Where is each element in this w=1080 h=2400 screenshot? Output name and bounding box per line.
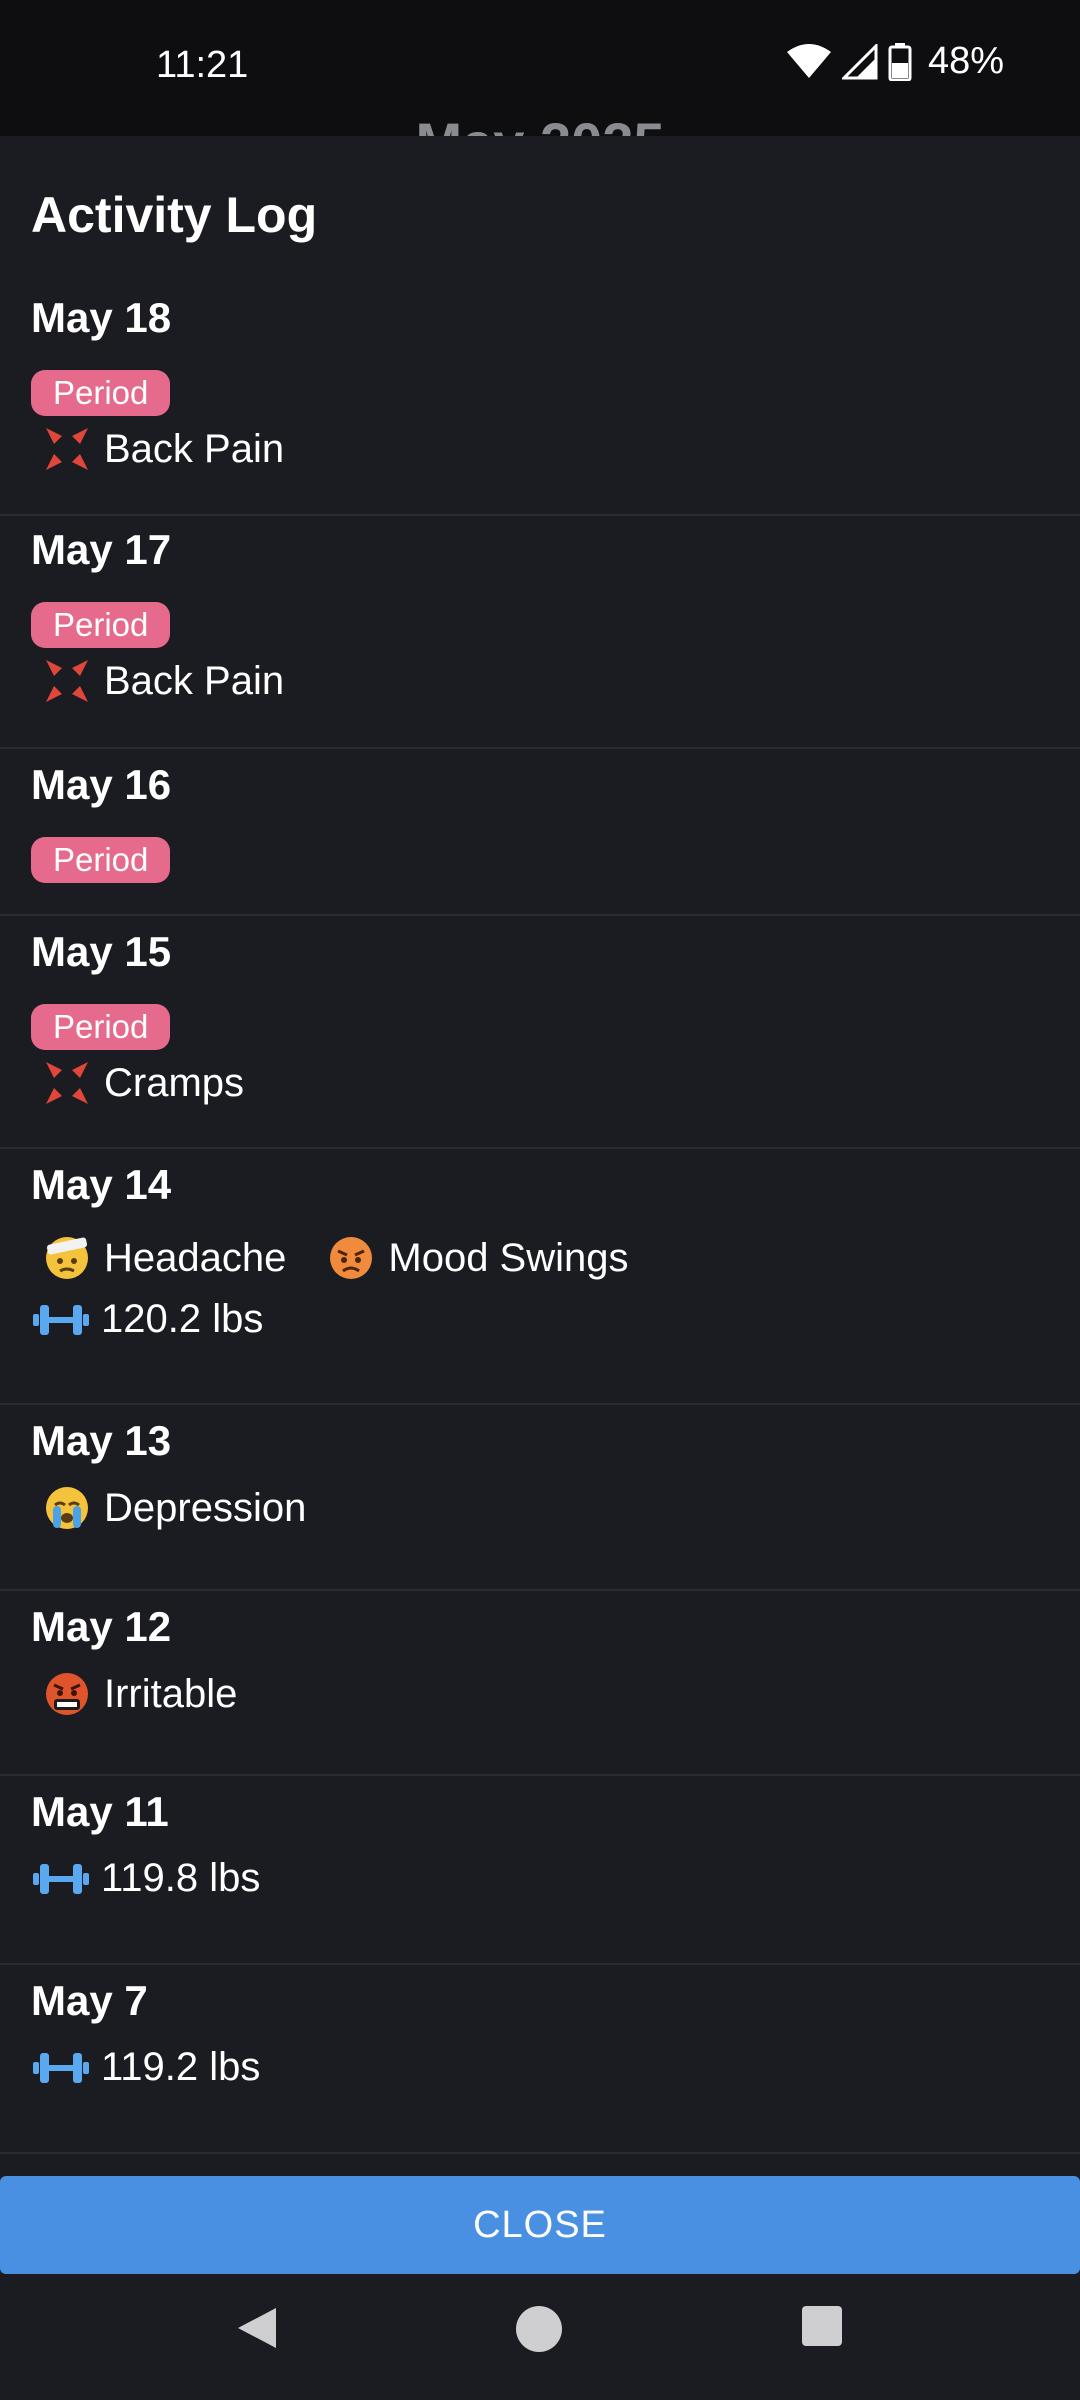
signal-icon (841, 43, 878, 80)
log-entry[interactable]: May 14 Headache Mood Swings 120.2 lbs (0, 1149, 1080, 1405)
symptom-label: Back Pain (104, 426, 285, 471)
weight-line: 119.2 lbs (31, 2045, 260, 2090)
wifi-icon (786, 43, 832, 80)
log-entry[interactable]: May 13 Depression (0, 1405, 1080, 1591)
weight-value: 120.2 lbs (101, 1297, 264, 1341)
status-icons: 48% (786, 40, 1004, 83)
weight-value: 119.2 lbs (101, 2045, 261, 2089)
log-entry[interactable]: May 11 119.8 lbs (0, 1776, 1080, 1965)
symptom-line: Back Pain (42, 424, 324, 474)
anger-icon (42, 656, 92, 706)
log-entry[interactable]: May 18 Period Back Pain (0, 284, 1080, 516)
symptom-item: Back Pain (42, 424, 284, 474)
period-badge: Period (31, 602, 171, 648)
symptom-label: Depression (104, 1485, 307, 1530)
dumbbell-icon (31, 1859, 91, 1899)
activity-log-sheet: Activity Log May 18 Period Back Pain May… (0, 136, 1080, 2176)
status-time: 11:21 (156, 44, 249, 86)
weight-value: 119.8 lbs (101, 1856, 261, 1900)
entry-date: May 16 (31, 761, 172, 808)
entry-date: May 12 (31, 1603, 172, 1650)
entry-date: May 14 (31, 1161, 172, 1208)
entry-date: May 13 (31, 1417, 172, 1464)
crying-face-icon (42, 1483, 92, 1533)
close-button[interactable]: CLOSE (0, 2176, 1080, 2274)
cursing-face-icon (42, 1669, 92, 1719)
recents-icon[interactable] (800, 2304, 844, 2353)
symptom-label: Cramps (104, 1060, 245, 1105)
period-badge: Period (31, 837, 171, 883)
symptom-label: Mood Swings (388, 1235, 629, 1280)
period-badge: Period (31, 370, 171, 416)
entry-date: May 11 (31, 1788, 169, 1835)
symptom-line: Depression (42, 1483, 346, 1533)
sheet-title: Activity Log (31, 187, 318, 243)
log-entry[interactable]: May 7 119.2 lbs (0, 1965, 1080, 2154)
log-entry[interactable]: May 15 Period Cramps (0, 916, 1080, 1149)
symptom-line: Cramps (42, 1058, 284, 1108)
anger-icon (42, 424, 92, 474)
navigation-bar (0, 2274, 1080, 2400)
weight-line: 119.8 lbs (31, 1856, 260, 1901)
symptom-line: Headache Mood Swings (42, 1233, 669, 1283)
home-icon[interactable] (514, 2304, 564, 2359)
entry-date: May 17 (31, 526, 172, 573)
symptom-item: Depression (42, 1483, 306, 1533)
battery-percent: 48% (927, 40, 1004, 82)
symptom-item: Cramps (42, 1058, 244, 1108)
symptom-line: Irritable (42, 1669, 277, 1719)
entry-date: May 15 (31, 928, 172, 975)
back-icon[interactable] (234, 2304, 280, 2357)
symptom-label: Back Pain (104, 658, 285, 703)
symptom-item: Mood Swings (326, 1233, 629, 1283)
anger-icon (42, 1058, 92, 1108)
symptom-item: Irritable (42, 1669, 237, 1719)
background-month-title: May 2025 (0, 110, 1080, 136)
symptom-label: Headache (104, 1235, 287, 1280)
log-entry[interactable]: May 16 Period (0, 749, 1080, 916)
log-entry[interactable]: May 17 Period Back Pain (0, 516, 1080, 749)
log-entry[interactable]: May 12 Irritable (0, 1591, 1080, 1776)
angry-face-icon (326, 1233, 376, 1283)
entry-date: May 18 (31, 294, 172, 341)
dumbbell-icon (31, 1300, 91, 1340)
activity-log-list: May 18 Period Back Pain May 17 Period Ba… (0, 284, 1080, 2154)
weight-line: 120.2 lbs (31, 1297, 263, 1342)
bandaged-face-icon (42, 1233, 92, 1283)
symptom-line: Back Pain (42, 656, 324, 706)
battery-icon (888, 42, 912, 81)
period-badge: Period (31, 1004, 171, 1050)
entry-date: May 7 (31, 1977, 148, 2024)
symptom-item: Back Pain (42, 656, 284, 706)
dumbbell-icon (31, 2048, 91, 2088)
symptom-item: Headache (42, 1233, 286, 1283)
symptom-label: Irritable (104, 1671, 238, 1716)
